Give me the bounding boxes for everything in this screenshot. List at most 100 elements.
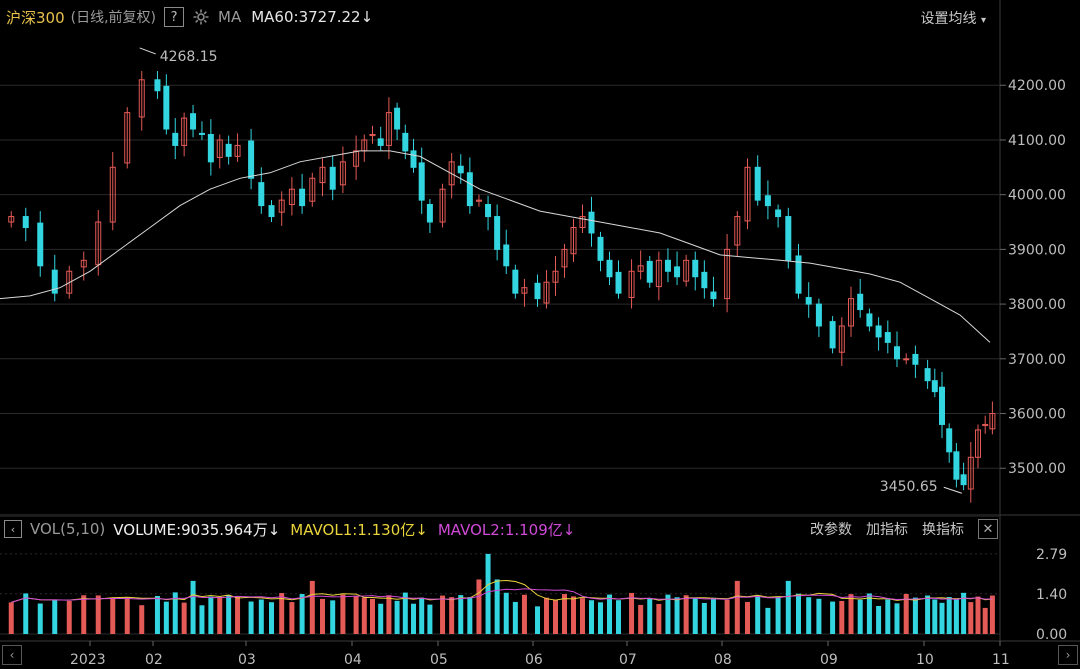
candle-body [875,325,882,338]
volume-bar [467,597,473,634]
volume-bar [580,598,585,634]
volume-bar [81,595,87,634]
volume-bar [124,597,130,634]
candle-body [394,107,401,130]
price-tick-label: 3500.00 [1008,461,1066,477]
volume-bar [975,596,981,634]
candle-body [494,216,501,250]
candle-body [912,353,919,365]
volume-bar [309,580,315,634]
scroll-right-icon[interactable]: › [1058,645,1078,665]
candle-body [931,380,938,393]
candle-body [299,188,306,207]
volume-bar [571,596,576,634]
candle-body [485,204,492,218]
volume-bar [775,596,781,634]
candle-body [225,143,232,157]
volume-bar [755,595,761,634]
volume-bar [848,594,854,634]
volume-bar [269,602,274,634]
volume-bar [638,604,644,634]
candle-body [198,132,205,135]
volume-bar [885,599,891,634]
volume-bar [503,592,509,634]
volume-bar [299,594,305,634]
price-grid [0,84,1000,469]
candle-body [764,195,771,207]
candle-body [615,271,622,294]
candle-body [258,182,265,207]
volume-bar [320,598,325,634]
volume-bar [340,594,346,634]
volume-bar [989,595,995,634]
candle-body [207,133,214,163]
volume-bar [330,600,336,634]
volume-bar [629,592,635,634]
candle-body [815,303,822,327]
candle-body [866,313,873,327]
volume-bar [411,603,416,634]
volume-bar [806,597,812,634]
switch-indicator-button[interactable]: 换指标 [922,519,964,539]
volume-bar [226,595,232,634]
volume-bar [724,599,730,634]
candle-body [829,321,836,349]
volume-bar [894,603,900,634]
volume-bar [163,601,169,634]
candle-body [190,113,197,130]
volume-bar [521,594,527,634]
price-annotations: 4268.15 3450.65 [139,47,962,495]
candle-body [512,269,519,294]
volume-header: ‹ VOL(5,10) VOLUME:9035.964万↓ MAVOL1:1.1… [0,516,1000,541]
candle-body [457,165,464,174]
volume-bar [745,601,750,634]
volume-bar [217,597,223,634]
candle-body [329,166,336,190]
volume-bar [139,605,145,634]
candle-body [884,332,891,343]
volume-bar [449,597,455,634]
volume-bar [953,599,959,634]
candle-body [805,297,812,305]
volume-bar [647,598,653,634]
volume-bar [512,601,518,634]
volume-bar [386,595,392,634]
volume-bar [208,596,214,634]
price-volume-chart[interactable]: 4200.00 4100.00 4000.00 3900.00 3800.00 3700.… [0,0,1080,669]
volume-bar [361,597,367,634]
candle-body [775,209,782,218]
price-tick-label: 4100.00 [1008,133,1066,149]
volume-bar [95,595,101,634]
mavol1-down-arrow-icon: ↓ [415,520,428,539]
edit-params-button[interactable]: 改参数 [810,519,852,539]
add-indicator-button[interactable]: 加指标 [866,519,908,539]
price-tick-label: 3900.00 [1008,242,1066,258]
candle-body [597,236,604,261]
volume-bar [66,600,72,634]
close-icon[interactable]: ✕ [978,519,998,539]
candle-body [466,172,473,207]
volume-bar [710,597,716,634]
candle-body [939,386,945,425]
scroll-left-icon[interactable]: ‹ [2,645,22,665]
volume-down-arrow-icon: ↓ [267,520,281,539]
candle-body [22,216,29,228]
volume-bar [857,599,863,634]
volume-bar [370,598,375,634]
candle-body [903,358,910,361]
volume-bar [235,596,241,634]
volume-bar [665,594,671,634]
candlestick-series [8,71,996,503]
volume-bar [968,602,974,634]
volume-bar [839,600,845,634]
candle-body [163,85,170,130]
volume-bar [52,600,58,634]
volume-indicator-label[interactable]: VOL(5,10) [30,520,105,538]
volume-bar [199,605,205,634]
collapse-toggle-icon[interactable]: ‹ [4,520,22,538]
candle-body [588,211,595,234]
candle-body [924,368,931,382]
volume-tick-label: 2.79 [1036,547,1067,563]
volume-axis-ticks: 2.791.400.00 [1036,547,1067,643]
volume-bar [932,599,938,634]
